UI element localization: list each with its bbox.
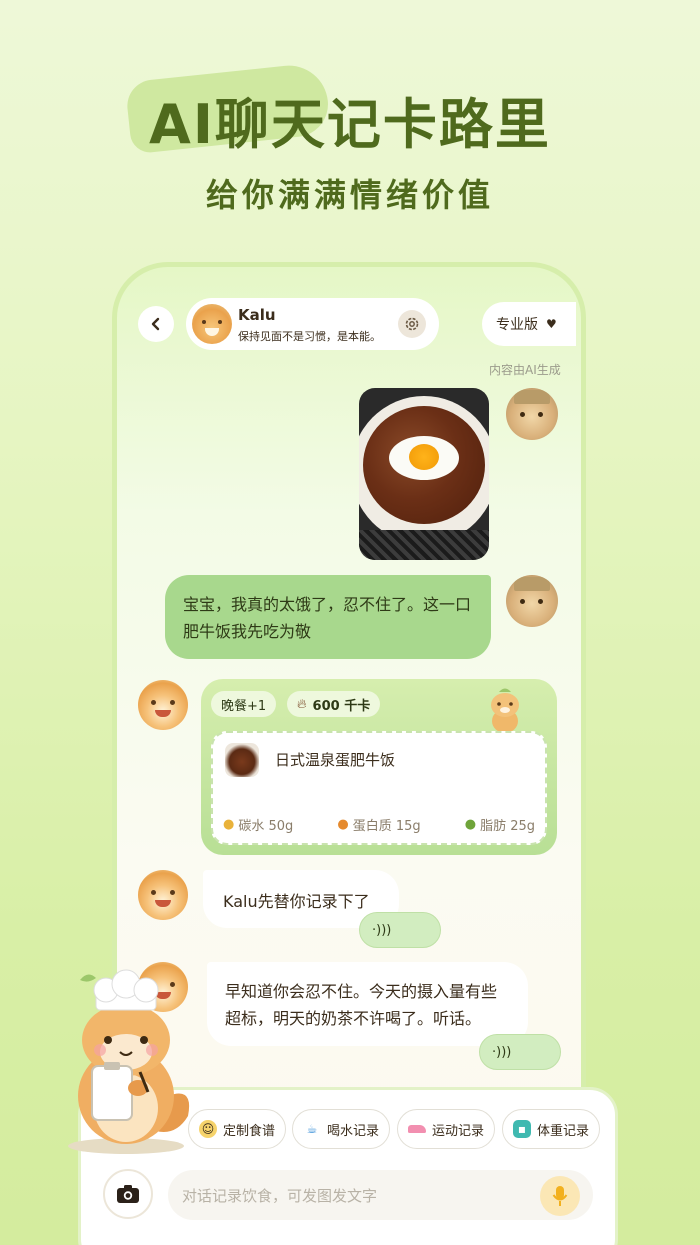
chat-input[interactable]: 对话记录饮食，可发图发文字 [168, 1170, 593, 1220]
sneaker-icon [408, 1125, 426, 1133]
meal-photo[interactable] [359, 388, 489, 560]
meal-record-card[interactable]: 晚餐+1 🔥︎ 600 千卡 日式温泉蛋肥牛饭 ● 碳水 50g ● 蛋白质 15g… [201, 679, 557, 855]
meal-tag-badge: 晚餐+1 [211, 691, 277, 717]
hero-title: AI聊天记卡路里 [149, 93, 551, 156]
chat-input-placeholder: 对话记录饮食，可发图发文字 [182, 1186, 378, 1205]
dish-thumbnail [225, 743, 259, 777]
protein-value: 蛋白质 15g [352, 819, 421, 834]
macro-row: ● 碳水 50g ● 蛋白质 15g ● 脂肪 25g [223, 815, 535, 834]
quick-action-label: 定制食谱 [223, 1123, 276, 1139]
kalu-mascot-icon [491, 688, 519, 733]
drumstick-icon: ● [337, 817, 349, 832]
back-button[interactable] [138, 306, 174, 342]
sound-wave-icon: ·))) [372, 922, 392, 938]
hero-subtitle: 给你满满情绪价值 [205, 176, 494, 214]
fat-item: ● 脂肪 25g [465, 815, 535, 834]
quick-action-label: 喝水记录 [327, 1123, 380, 1139]
meal-detail: 日式温泉蛋肥牛饭 ● 碳水 50g ● 蛋白质 15g ● 脂肪 25g [211, 731, 547, 845]
voice-input-button[interactable] [540, 1176, 580, 1216]
bot-avatar [138, 680, 188, 730]
fat-value: 脂肪 25g [480, 819, 535, 834]
voice-play-button[interactable]: ·))) [359, 912, 441, 948]
recipe-icon: ☺ [199, 1120, 217, 1138]
flame-icon: 🔥︎ [297, 696, 307, 712]
ai-generated-note: 内容由AI生成 [489, 363, 561, 377]
carbs-item: ● 碳水 50g [223, 815, 293, 834]
plan-label: 专业版 [496, 317, 538, 333]
bot-motto: 保持见面不是习惯，是本能。 [238, 330, 381, 343]
calorie-badge: 🔥︎ 600 千卡 [287, 691, 381, 717]
bot-profile[interactable]: Kalu 保持见面不是习惯，是本能。 [186, 298, 439, 350]
camera-icon [117, 1185, 139, 1203]
quick-action-exercise[interactable]: 运动记录 [397, 1109, 496, 1149]
microphone-icon [552, 1186, 568, 1206]
user-avatar [506, 388, 558, 440]
heart-icon: ♥ [546, 317, 557, 331]
bot-message-bubble: 早知道你会忍不住。今天的摄入量有些超标，明天的奶茶不许喝了。听话。 [207, 962, 528, 1046]
settings-button[interactable] [398, 310, 426, 338]
quick-action-label: 体重记录 [537, 1123, 590, 1139]
user-avatar [506, 575, 558, 627]
protein-item: ● 蛋白质 15g [337, 815, 420, 834]
plan-badge[interactable]: 专业版 ♥ [482, 302, 576, 346]
chevron-left-icon [151, 317, 160, 331]
user-message-bubble: 宝宝，我真的太饿了，忍不住了。这一口肥牛饭我先吃为敬 [165, 575, 491, 659]
quick-action-water[interactable]: ☕︎ 喝水记录 [292, 1109, 391, 1149]
carbs-value: 碳水 50g [238, 819, 294, 834]
quick-action-weight[interactable]: ▪ 体重记录 [502, 1109, 601, 1149]
bot-avatar [192, 304, 232, 344]
quick-action-label: 运动记录 [432, 1123, 485, 1139]
grill-mat-shape [359, 530, 489, 560]
quick-action-recipe[interactable]: ☺ 定制食谱 [188, 1109, 287, 1149]
bot-name: Kalu [238, 306, 276, 324]
scale-icon: ▪ [513, 1120, 531, 1138]
bread-icon: ● [223, 817, 235, 832]
voice-play-button[interactable]: ·))) [479, 1034, 561, 1070]
bot-avatar [138, 870, 188, 920]
sound-wave-icon: ·))) [492, 1044, 512, 1060]
camera-button[interactable] [103, 1169, 153, 1219]
kalu-chef-mascot [68, 969, 190, 1154]
avocado-icon: ● [464, 817, 477, 832]
calorie-value: 600 千卡 [312, 698, 371, 714]
dish-name: 日式温泉蛋肥牛饭 [275, 751, 396, 769]
water-cup-icon: ☕︎ [306, 1122, 318, 1136]
gear-icon [405, 317, 419, 331]
egg-yolk-shape [409, 444, 439, 470]
